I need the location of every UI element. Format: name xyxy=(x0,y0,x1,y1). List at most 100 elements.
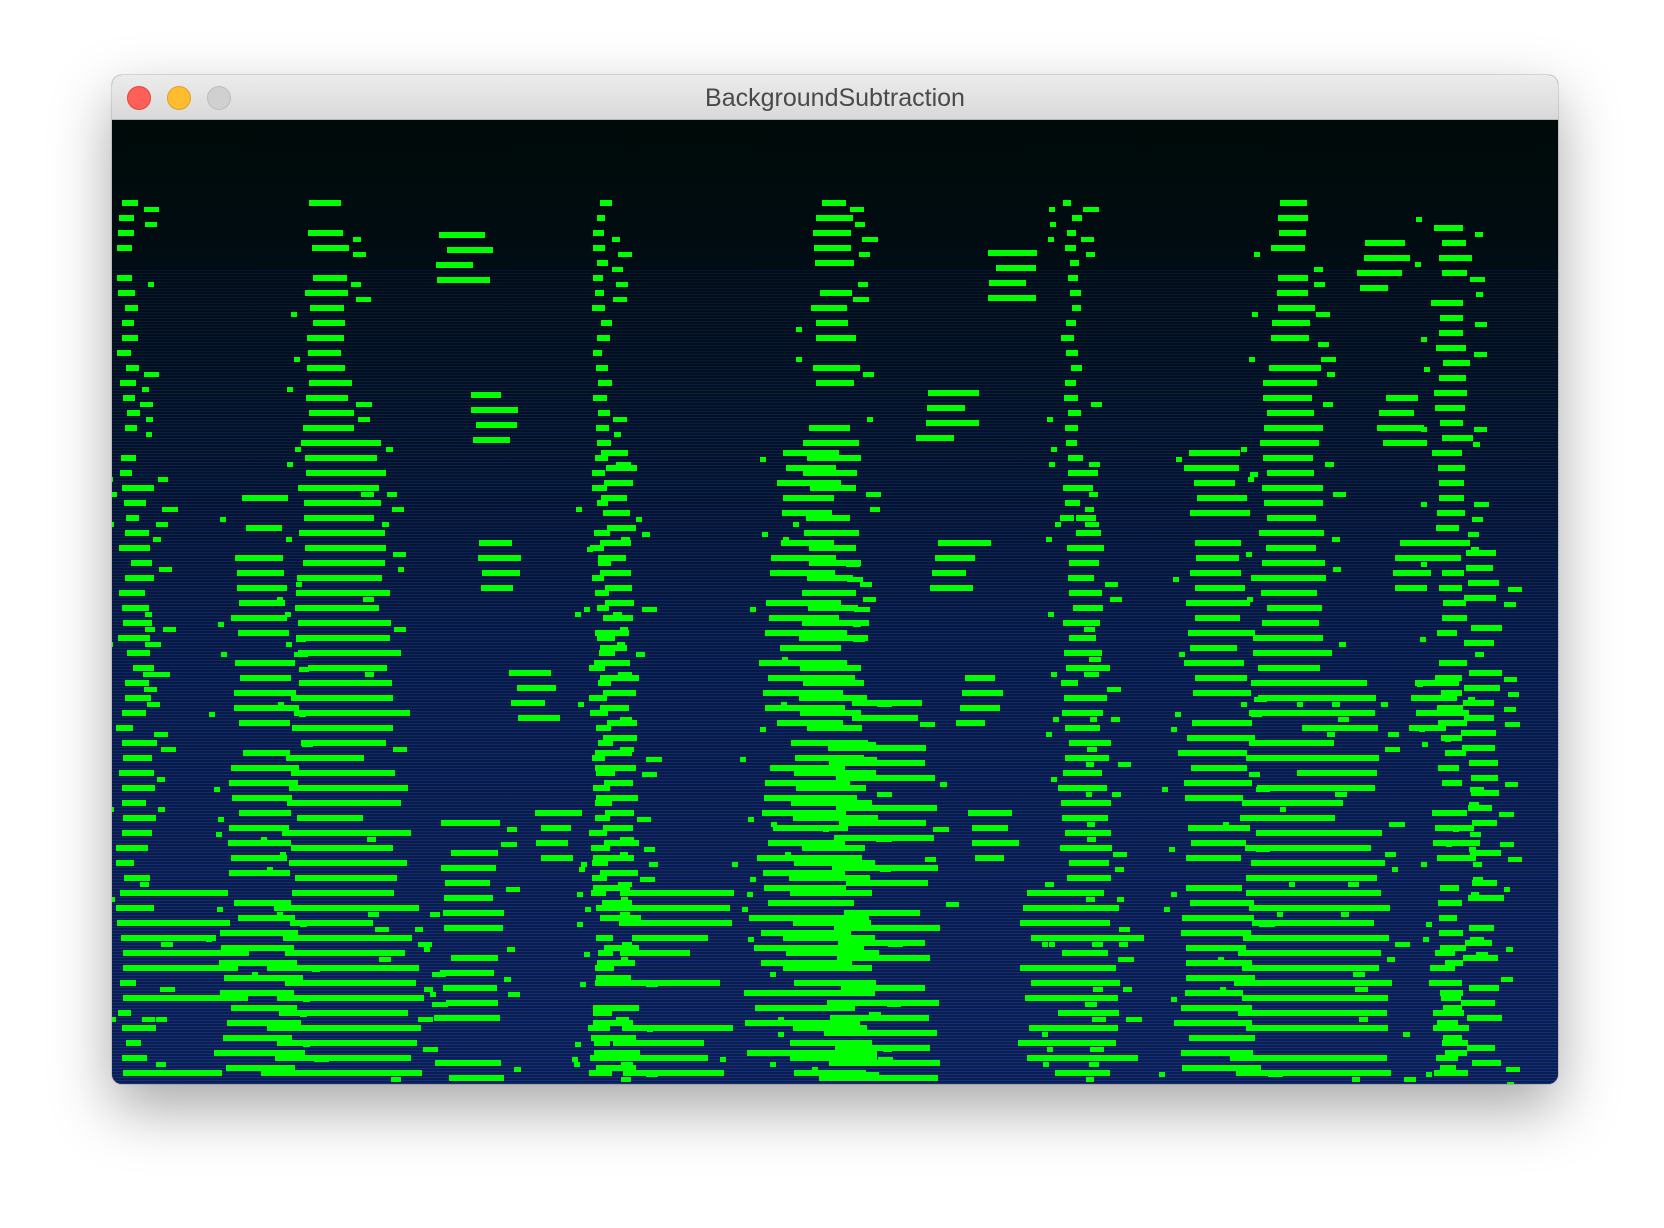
mask-segment xyxy=(748,817,754,822)
mask-segment xyxy=(1470,277,1485,282)
mask-segment xyxy=(618,882,632,887)
scanline xyxy=(112,408,1558,409)
mask-segment xyxy=(1433,1010,1464,1016)
mask-segment xyxy=(593,230,604,236)
mask-segment xyxy=(1240,815,1335,821)
mask-segment xyxy=(614,1055,708,1061)
mask-segment xyxy=(160,987,175,992)
mask-segment xyxy=(646,757,662,762)
mask-segment xyxy=(1184,780,1252,786)
mask-segment xyxy=(1060,515,1074,521)
mask-segment xyxy=(297,815,363,821)
mask-segment xyxy=(577,892,583,897)
mask-segment xyxy=(780,645,841,651)
mask-segment xyxy=(1263,395,1312,401)
mask-segment xyxy=(223,1035,292,1041)
mask-segment xyxy=(235,555,283,561)
mask-segment xyxy=(855,222,865,227)
mask-segment xyxy=(122,785,138,791)
mask-segment xyxy=(613,297,627,302)
mask-segment xyxy=(122,740,137,746)
mask-segment xyxy=(1246,552,1252,557)
mask-segment xyxy=(1333,492,1346,497)
scanline xyxy=(112,270,1558,271)
mask-segment xyxy=(590,1055,614,1061)
mask-segment xyxy=(471,407,518,413)
mask-segment xyxy=(441,820,500,826)
mask-segment xyxy=(291,312,297,317)
mask-segment xyxy=(603,510,630,516)
mask-segment xyxy=(1420,637,1426,642)
mask-segment xyxy=(620,950,690,956)
mask-segment xyxy=(793,522,799,527)
mask-segment xyxy=(1173,577,1179,582)
mask-segment xyxy=(119,590,135,596)
mask-segment xyxy=(750,607,756,612)
mask-segment xyxy=(1415,262,1421,267)
mask-segment xyxy=(1220,987,1226,992)
mask-segment xyxy=(1433,840,1480,846)
mask-segment xyxy=(214,787,220,792)
mask-segment xyxy=(156,522,168,527)
mask-segment xyxy=(1091,402,1102,407)
mask-segment xyxy=(120,470,132,476)
mask-segment xyxy=(595,455,608,461)
mask-segment xyxy=(146,432,152,437)
mask-segment xyxy=(1072,215,1082,221)
mask-segment xyxy=(593,275,603,281)
mask-segment xyxy=(968,810,1012,816)
mask-segment xyxy=(1348,882,1359,887)
mask-segment xyxy=(1416,217,1422,222)
mask-segment xyxy=(996,265,1036,271)
mask-segment xyxy=(1111,717,1120,722)
title-bar[interactable]: BackgroundSubtraction xyxy=(112,75,1558,120)
mask-segment xyxy=(239,810,291,816)
mask-segment xyxy=(852,700,922,706)
foreground-mask-view xyxy=(112,120,1558,1084)
mask-segment xyxy=(592,470,605,476)
mask-segment xyxy=(1321,357,1336,362)
mask-segment xyxy=(1066,320,1076,326)
mask-segment xyxy=(1442,270,1467,276)
mask-segment xyxy=(1075,545,1104,551)
mask-segment xyxy=(591,890,606,896)
mask-segment xyxy=(131,950,249,956)
mask-segment xyxy=(1385,852,1396,857)
mask-segment xyxy=(642,607,657,612)
mask-segment xyxy=(1475,322,1487,327)
mask-segment xyxy=(1086,897,1095,902)
mask-segment xyxy=(1266,545,1316,551)
mask-segment xyxy=(283,935,412,941)
scanline xyxy=(112,327,1558,328)
mask-segment xyxy=(299,680,392,686)
scanline xyxy=(112,738,1558,739)
mask-segment xyxy=(1468,805,1492,811)
mask-segment xyxy=(1272,320,1310,326)
mask-segment xyxy=(292,770,395,776)
mask-segment xyxy=(126,365,139,371)
mask-segment xyxy=(603,825,633,831)
mask-segment xyxy=(572,1057,578,1062)
mask-segment xyxy=(1506,947,1513,952)
mask-segment xyxy=(156,1017,167,1022)
mask-segment xyxy=(286,642,292,647)
mask-segment xyxy=(598,950,613,956)
mask-segment xyxy=(623,1070,724,1076)
mask-segment xyxy=(1411,695,1457,701)
mask-segment xyxy=(1262,620,1319,626)
mask-segment xyxy=(1433,1025,1469,1031)
mask-segment xyxy=(636,517,642,522)
mask-segment xyxy=(867,417,873,422)
mask-segment xyxy=(1248,477,1254,482)
mask-segment xyxy=(451,955,498,961)
mask-segment xyxy=(1381,702,1388,707)
mask-segment xyxy=(443,985,497,991)
mask-segment xyxy=(112,477,113,482)
mask-segment xyxy=(1300,785,1375,791)
mask-segment xyxy=(292,845,393,851)
mask-segment xyxy=(1073,740,1111,746)
mask-segment xyxy=(435,1060,501,1066)
mask-segment xyxy=(439,232,485,238)
mask-segment xyxy=(1335,792,1347,797)
mask-segment xyxy=(1115,867,1124,872)
